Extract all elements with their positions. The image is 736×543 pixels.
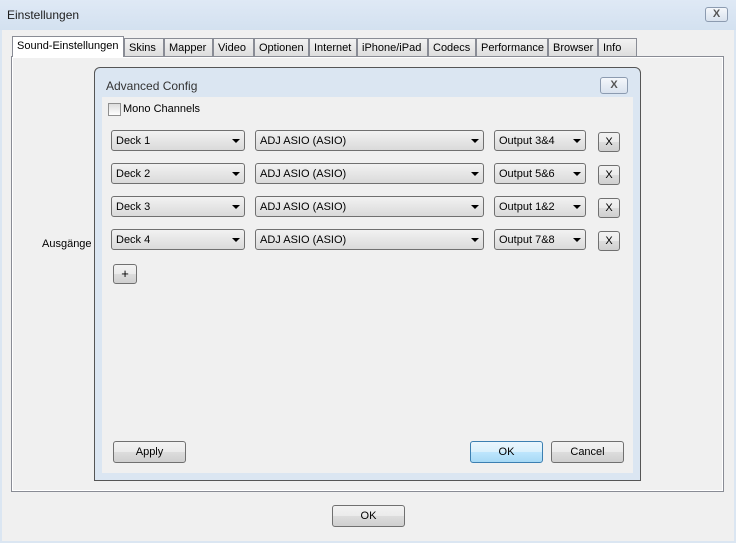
- dialog-client: [102, 97, 633, 473]
- output-select-value: Output 1&2: [499, 201, 555, 213]
- output-select-value: Output 7&8: [499, 234, 555, 246]
- device-select-value: ADJ ASIO (ASIO): [260, 168, 347, 180]
- tab-browser[interactable]: Browser: [548, 38, 598, 57]
- deck-select[interactable]: Deck 4: [111, 229, 245, 250]
- tab-internet[interactable]: Internet: [309, 38, 357, 57]
- chevron-down-icon: [471, 172, 479, 176]
- remove-row-button[interactable]: X: [598, 165, 620, 185]
- device-select-value: ADJ ASIO (ASIO): [260, 201, 347, 213]
- deck-select-value: Deck 1: [116, 135, 151, 147]
- tab-video[interactable]: Video: [213, 38, 254, 57]
- device-select[interactable]: ADJ ASIO (ASIO): [255, 163, 484, 184]
- deck-select[interactable]: Deck 1: [111, 130, 245, 151]
- output-select[interactable]: Output 3&4: [494, 130, 586, 151]
- remove-row-button[interactable]: X: [598, 198, 620, 218]
- deck-select-value: Deck 3: [116, 201, 151, 213]
- remove-row-button[interactable]: X: [598, 231, 620, 251]
- chevron-down-icon: [573, 205, 581, 209]
- dialog-cancel-button[interactable]: Cancel: [551, 441, 624, 463]
- chevron-down-icon: [232, 172, 240, 176]
- tab-codecs[interactable]: Codecs: [428, 38, 476, 57]
- output-select[interactable]: Output 5&6: [494, 163, 586, 184]
- chevron-down-icon: [471, 139, 479, 143]
- deck-select[interactable]: Deck 3: [111, 196, 245, 217]
- chevron-down-icon: [232, 238, 240, 242]
- tab-performance[interactable]: Performance: [476, 38, 548, 57]
- device-select[interactable]: ADJ ASIO (ASIO): [255, 130, 484, 151]
- output-select[interactable]: Output 1&2: [494, 196, 586, 217]
- mono-channels-label: Mono Channels: [123, 103, 201, 115]
- tab-sound-einstellungen[interactable]: Sound-Einstellungen: [12, 36, 124, 57]
- device-select-value: ADJ ASIO (ASIO): [260, 234, 347, 246]
- chevron-down-icon: [573, 139, 581, 143]
- tab-info[interactable]: Info: [598, 38, 637, 57]
- remove-row-button[interactable]: X: [598, 132, 620, 152]
- add-output-button[interactable]: +: [113, 264, 137, 284]
- window-title: Einstellungen: [7, 8, 80, 22]
- device-select-value: ADJ ASIO (ASIO): [260, 135, 347, 147]
- output-select[interactable]: Output 7&8: [494, 229, 586, 250]
- apply-button[interactable]: Apply: [113, 441, 186, 463]
- ok-button[interactable]: OK: [332, 505, 405, 527]
- window-close-button[interactable]: X: [705, 7, 728, 22]
- dialog-title: Advanced Config: [106, 79, 198, 93]
- output-select-value: Output 3&4: [499, 135, 555, 147]
- device-select[interactable]: ADJ ASIO (ASIO): [255, 196, 484, 217]
- chevron-down-icon: [232, 139, 240, 143]
- mono-channels-checkbox[interactable]: [108, 103, 121, 116]
- chevron-down-icon: [471, 238, 479, 242]
- tab-iphone-ipad[interactable]: iPhone/iPad: [357, 38, 428, 57]
- deck-select-value: Deck 2: [116, 168, 151, 180]
- title-bar: [0, 0, 736, 30]
- dialog-close-button[interactable]: X: [600, 77, 628, 94]
- tab-optionen[interactable]: Optionen: [254, 38, 309, 57]
- output-select-value: Output 5&6: [499, 168, 555, 180]
- chevron-down-icon: [573, 172, 581, 176]
- chevron-down-icon: [471, 205, 479, 209]
- tab-mapper[interactable]: Mapper: [164, 38, 213, 57]
- outputs-label: Ausgänge: [42, 238, 92, 250]
- dialog-ok-button[interactable]: OK: [470, 441, 543, 463]
- deck-select-value: Deck 4: [116, 234, 151, 246]
- chevron-down-icon: [573, 238, 581, 242]
- deck-select[interactable]: Deck 2: [111, 163, 245, 184]
- tab-skins[interactable]: Skins: [124, 38, 164, 57]
- device-select[interactable]: ADJ ASIO (ASIO): [255, 229, 484, 250]
- chevron-down-icon: [232, 205, 240, 209]
